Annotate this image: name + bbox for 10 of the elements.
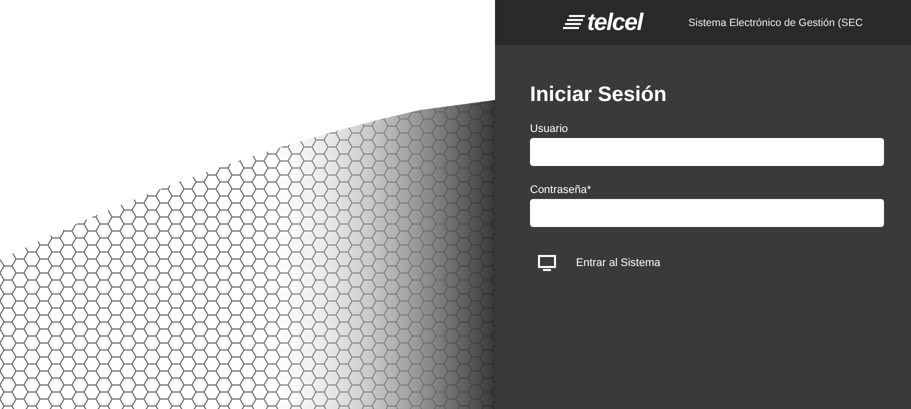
input-field[interactable] <box>530 138 884 166</box>
login-button[interactable]: Entrar al Sistema <box>530 251 668 275</box>
field-label: Usuario <box>530 123 569 135</box>
system-title: Sistema Electrónico de Gestión (SEC <box>688 16 863 28</box>
field-label: Contraseña* <box>530 184 592 196</box>
stripes-icon <box>563 14 585 30</box>
login-title: Iniciar Sesión <box>530 83 668 107</box>
monitor-icon <box>538 255 556 271</box>
logo-text: telcel <box>587 8 642 36</box>
input-field[interactable] <box>530 199 884 227</box>
